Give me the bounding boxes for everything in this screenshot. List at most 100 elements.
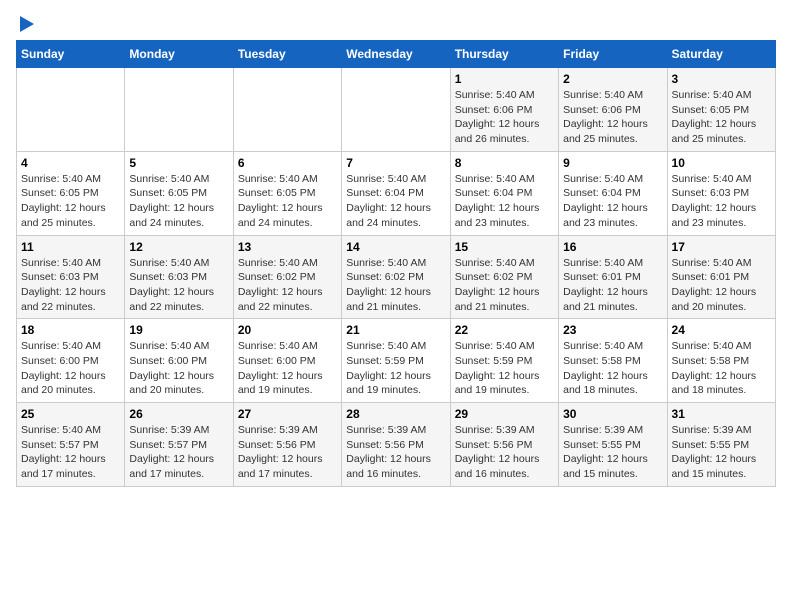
day-detail: Sunrise: 5:40 AM Sunset: 5:59 PM Dayligh… [455, 339, 554, 398]
day-detail: Sunrise: 5:40 AM Sunset: 6:00 PM Dayligh… [21, 339, 120, 398]
day-number: 12 [129, 240, 228, 254]
day-number: 11 [21, 240, 120, 254]
day-cell: 13 Sunrise: 5:40 AM Sunset: 6:02 PM Dayli… [233, 235, 341, 319]
day-header-saturday: Saturday [667, 41, 775, 68]
day-number: 16 [563, 240, 662, 254]
day-number: 15 [455, 240, 554, 254]
day-cell: 2Sunrise: 5:40 AM Sunset: 6:06 PM Daylig… [559, 68, 667, 152]
logo-arrow-icon [20, 16, 34, 32]
logo [16, 16, 34, 32]
day-number: 29 [455, 407, 554, 421]
day-detail: Sunrise: 5:40 AM Sunset: 6:02 PM Dayligh… [455, 256, 554, 315]
day-cell: 24 Sunrise: 5:40 AM Sunset: 5:58 PM Dayli… [667, 319, 775, 403]
day-cell: 18 Sunrise: 5:40 AM Sunset: 6:00 PM Dayli… [17, 319, 125, 403]
day-number: 14 [346, 240, 445, 254]
day-number: 31 [672, 407, 771, 421]
day-number: 13 [238, 240, 337, 254]
day-detail: Sunrise: 5:40 AM Sunset: 6:05 PM Dayligh… [672, 88, 771, 147]
day-cell: 4 Sunrise: 5:40 AM Sunset: 6:05 PM Daylig… [17, 151, 125, 235]
day-number: 19 [129, 323, 228, 337]
day-cell: 21 Sunrise: 5:40 AM Sunset: 5:59 PM Dayli… [342, 319, 450, 403]
week-row-1: 1 Sunrise: 5:40 AM Sunset: 6:06 PM Daylig… [17, 68, 776, 152]
day-number: 8 [455, 156, 554, 170]
day-detail: Sunrise: 5:40 AM Sunset: 5:59 PM Dayligh… [346, 339, 445, 398]
day-cell: 7Sunrise: 5:40 AM Sunset: 6:04 PM Daylig… [342, 151, 450, 235]
day-number: 7 [346, 156, 445, 170]
day-cell: 27Sunrise: 5:39 AM Sunset: 5:56 PM Dayli… [233, 403, 341, 487]
day-detail: Sunrise: 5:40 AM Sunset: 6:02 PM Dayligh… [346, 256, 445, 315]
day-number: 18 [21, 323, 120, 337]
day-detail: Sunrise: 5:40 AM Sunset: 6:01 PM Dayligh… [672, 256, 771, 315]
day-cell: 28 Sunrise: 5:39 AM Sunset: 5:56 PM Dayli… [342, 403, 450, 487]
day-cell [233, 68, 341, 152]
day-header-thursday: Thursday [450, 41, 558, 68]
day-cell: 10Sunrise: 5:40 AM Sunset: 6:03 PM Dayli… [667, 151, 775, 235]
day-number: 10 [672, 156, 771, 170]
day-number: 3 [672, 72, 771, 86]
day-detail: Sunrise: 5:40 AM Sunset: 6:06 PM Dayligh… [455, 88, 554, 147]
day-header-tuesday: Tuesday [233, 41, 341, 68]
day-detail: Sunrise: 5:40 AM Sunset: 6:04 PM Dayligh… [563, 172, 662, 231]
day-cell: 30 Sunrise: 5:39 AM Sunset: 5:55 PM Dayli… [559, 403, 667, 487]
day-cell: 22Sunrise: 5:40 AM Sunset: 5:59 PM Dayli… [450, 319, 558, 403]
day-cell: 16 Sunrise: 5:40 AM Sunset: 6:01 PM Dayli… [559, 235, 667, 319]
day-detail: Sunrise: 5:40 AM Sunset: 6:05 PM Dayligh… [238, 172, 337, 231]
day-cell [125, 68, 233, 152]
day-cell: 15 Sunrise: 5:40 AM Sunset: 6:02 PM Dayli… [450, 235, 558, 319]
day-number: 23 [563, 323, 662, 337]
day-cell: 11 Sunrise: 5:40 AM Sunset: 6:03 PM Dayli… [17, 235, 125, 319]
day-detail: Sunrise: 5:40 AM Sunset: 6:04 PM Dayligh… [455, 172, 554, 231]
day-number: 5 [129, 156, 228, 170]
day-cell: 23 Sunrise: 5:40 AM Sunset: 5:58 PM Dayli… [559, 319, 667, 403]
day-detail: Sunrise: 5:40 AM Sunset: 6:00 PM Dayligh… [238, 339, 337, 398]
day-detail: Sunrise: 5:40 AM Sunset: 6:01 PM Dayligh… [563, 256, 662, 315]
day-cell: 25 Sunrise: 5:40 AM Sunset: 5:57 PM Dayli… [17, 403, 125, 487]
day-cell: 6Sunrise: 5:40 AM Sunset: 6:05 PM Daylig… [233, 151, 341, 235]
day-detail: Sunrise: 5:39 AM Sunset: 5:55 PM Dayligh… [563, 423, 662, 482]
day-number: 21 [346, 323, 445, 337]
header [16, 16, 776, 32]
day-detail: Sunrise: 5:40 AM Sunset: 6:05 PM Dayligh… [21, 172, 120, 231]
day-number: 30 [563, 407, 662, 421]
week-row-2: 4 Sunrise: 5:40 AM Sunset: 6:05 PM Daylig… [17, 151, 776, 235]
week-row-5: 25 Sunrise: 5:40 AM Sunset: 5:57 PM Dayli… [17, 403, 776, 487]
day-number: 17 [672, 240, 771, 254]
day-header-row: SundayMondayTuesdayWednesdayThursdayFrid… [17, 41, 776, 68]
day-cell: 17 Sunrise: 5:40 AM Sunset: 6:01 PM Dayli… [667, 235, 775, 319]
day-number: 4 [21, 156, 120, 170]
day-number: 26 [129, 407, 228, 421]
day-cell: 3 Sunrise: 5:40 AM Sunset: 6:05 PM Daylig… [667, 68, 775, 152]
day-cell: 29Sunrise: 5:39 AM Sunset: 5:56 PM Dayli… [450, 403, 558, 487]
day-cell [342, 68, 450, 152]
calendar-body: 1 Sunrise: 5:40 AM Sunset: 6:06 PM Daylig… [17, 68, 776, 487]
day-detail: Sunrise: 5:40 AM Sunset: 6:02 PM Dayligh… [238, 256, 337, 315]
day-cell: 8 Sunrise: 5:40 AM Sunset: 6:04 PM Daylig… [450, 151, 558, 235]
day-detail: Sunrise: 5:40 AM Sunset: 5:58 PM Dayligh… [672, 339, 771, 398]
day-cell: 9 Sunrise: 5:40 AM Sunset: 6:04 PM Daylig… [559, 151, 667, 235]
day-detail: Sunrise: 5:40 AM Sunset: 5:58 PM Dayligh… [563, 339, 662, 398]
day-cell: 12 Sunrise: 5:40 AM Sunset: 6:03 PM Dayli… [125, 235, 233, 319]
day-cell: 31 Sunrise: 5:39 AM Sunset: 5:55 PM Dayli… [667, 403, 775, 487]
day-detail: Sunrise: 5:40 AM Sunset: 6:00 PM Dayligh… [129, 339, 228, 398]
day-header-wednesday: Wednesday [342, 41, 450, 68]
day-number: 1 [455, 72, 554, 86]
day-number: 27 [238, 407, 337, 421]
day-detail: Sunrise: 5:39 AM Sunset: 5:55 PM Dayligh… [672, 423, 771, 482]
day-number: 24 [672, 323, 771, 337]
day-detail: Sunrise: 5:40 AM Sunset: 6:06 PM Dayligh… [563, 88, 662, 147]
day-number: 28 [346, 407, 445, 421]
week-row-4: 18 Sunrise: 5:40 AM Sunset: 6:00 PM Dayli… [17, 319, 776, 403]
calendar-table: SundayMondayTuesdayWednesdayThursdayFrid… [16, 40, 776, 487]
day-number: 20 [238, 323, 337, 337]
day-cell: 26Sunrise: 5:39 AM Sunset: 5:57 PM Dayli… [125, 403, 233, 487]
day-number: 25 [21, 407, 120, 421]
day-cell: 20 Sunrise: 5:40 AM Sunset: 6:00 PM Dayli… [233, 319, 341, 403]
day-detail: Sunrise: 5:40 AM Sunset: 6:03 PM Dayligh… [21, 256, 120, 315]
day-header-sunday: Sunday [17, 41, 125, 68]
day-number: 9 [563, 156, 662, 170]
day-detail: Sunrise: 5:40 AM Sunset: 5:57 PM Dayligh… [21, 423, 120, 482]
day-detail: Sunrise: 5:40 AM Sunset: 6:03 PM Dayligh… [129, 256, 228, 315]
day-detail: Sunrise: 5:39 AM Sunset: 5:56 PM Dayligh… [346, 423, 445, 482]
day-cell: 1 Sunrise: 5:40 AM Sunset: 6:06 PM Daylig… [450, 68, 558, 152]
day-header-monday: Monday [125, 41, 233, 68]
